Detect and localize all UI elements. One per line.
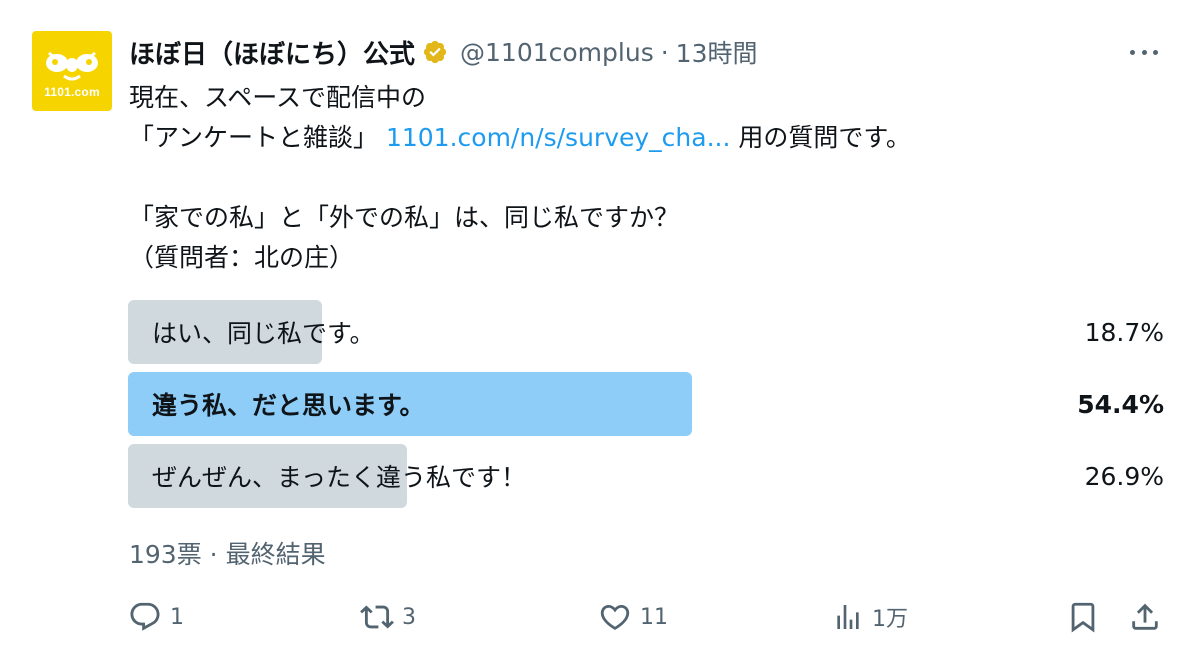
header-separator: · (660, 37, 669, 67)
tweet: 1101.com ほぼ日（ほぼにち）公式 @1101complus · 13時間… (0, 0, 1196, 659)
repost-button[interactable]: 3 (360, 595, 416, 639)
tweet-text-segment: 「アンケートと雑談」 (129, 123, 386, 152)
reply-icon (130, 602, 160, 631)
verified-badge-icon[interactable] (422, 39, 448, 65)
tweet-text-line: 「家での私」と「外での私」は、同じ私ですか？ (129, 203, 680, 232)
poll-option: はい、同じ私です。 18.7% (128, 300, 1164, 364)
more-dot (1130, 49, 1135, 55)
poll-status: 最終結果 (225, 540, 326, 569)
views-count: 1万 (872, 607, 908, 632)
views-button[interactable]: 1万 (832, 595, 908, 639)
hobonichi-logo-icon (46, 51, 98, 81)
heart-icon (600, 604, 630, 630)
poll-option: ぜんぜん、まったく違う私です！ 26.9% (128, 444, 1164, 508)
tweet-text: 現在、スペースで配信中の 「アンケートと雑談」 1101.com/n/s/sur… (129, 78, 1169, 278)
like-count: 11 (640, 604, 668, 630)
repost-icon (360, 605, 394, 629)
avatar-logo-text: 1101.com (44, 85, 100, 99)
like-button[interactable]: 11 (598, 595, 668, 639)
reply-button[interactable]: 1 (128, 595, 184, 639)
poll-meta: 193票 · 最終結果 (129, 535, 326, 571)
tweet-link[interactable]: 1101.com/n/s/survey_cha... (386, 123, 730, 152)
bookmark-button[interactable] (1066, 595, 1100, 639)
more-dot (1153, 49, 1158, 55)
poll-option-percent: 18.7% (1084, 317, 1164, 347)
display-name[interactable]: ほぼ日（ほぼにち）公式 (129, 34, 415, 71)
poll-meta-separator: · (209, 540, 218, 569)
poll: はい、同じ私です。 18.7% 違う私、だと思います。 54.4% ぜんぜん、ま… (128, 300, 1164, 516)
more-dot (1141, 49, 1147, 55)
tweet-header: ほぼ日（ほぼにち）公式 @1101complus · 13時間 (129, 34, 757, 70)
share-icon (1132, 603, 1158, 630)
more-options-icon[interactable] (1126, 40, 1162, 64)
tweet-text-line: （質問者：北の庄） (129, 243, 355, 272)
tweet-text-line: 「アンケートと雑談」 1101.com/n/s/survey_cha... 用の… (129, 118, 1169, 158)
reply-count: 1 (170, 604, 184, 630)
views-chart-icon (837, 605, 859, 629)
avatar[interactable]: 1101.com (32, 31, 112, 111)
poll-option-label: 違う私、だと思います。 (152, 391, 425, 420)
user-handle[interactable]: @1101complus (460, 38, 654, 67)
poll-option-percent: 54.4% (1077, 389, 1164, 419)
bookmark-icon (1071, 602, 1095, 633)
poll-option-percent: 26.9% (1084, 461, 1164, 491)
timestamp[interactable]: 13時間 (676, 34, 758, 70)
share-button[interactable] (1128, 595, 1162, 639)
poll-vote-count: 193票 (129, 540, 202, 569)
tweet-text-segment: 用の質問です。 (730, 123, 911, 152)
poll-option: 違う私、だと思います。 54.4% (128, 372, 1164, 436)
action-bar: 1 3 11 1万 (128, 595, 1168, 639)
poll-option-label: はい、同じ私です。 (152, 319, 375, 348)
poll-option-label: ぜんぜん、まったく違う私です！ (152, 463, 527, 492)
repost-count: 3 (402, 604, 416, 630)
tweet-text-line: 現在、スペースで配信中の (129, 83, 427, 112)
